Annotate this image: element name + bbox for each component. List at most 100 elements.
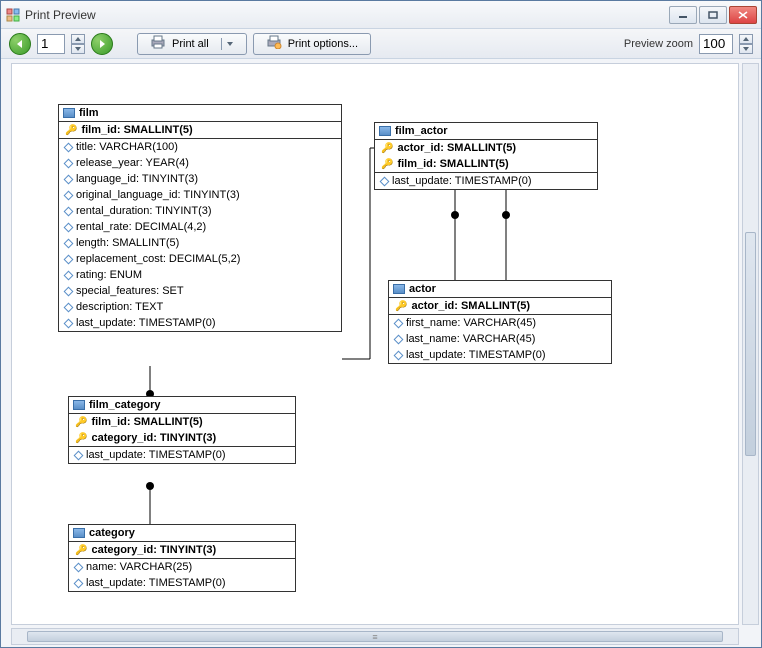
horizontal-scrollbar[interactable]: ≡ [11,628,739,645]
entity-film-actor[interactable]: film_actor 🔑actor_id: SMALLINT(5) 🔑film_… [374,122,598,190]
column-row: language_id: TINYINT(3) [59,171,341,187]
columns-section: last_update: TIMESTAMP(0) [375,173,597,189]
vertical-scrollbar[interactable] [742,63,759,625]
chevron-down-icon [221,38,234,50]
entity-film[interactable]: film 🔑film_id: SMALLINT(5) title: VARCHA… [58,104,342,332]
entity-name: category [89,527,135,539]
diamond-icon [64,158,74,168]
diamond-icon [64,302,74,312]
column-row: original_language_id: TINYINT(3) [59,187,341,203]
toolbar: Print all Print options... Preview zoom [1,29,761,59]
entity-name: film_category [89,399,161,411]
column-row: 🔑film_id: SMALLINT(5) [69,414,295,430]
zoom-input[interactable] [699,34,733,54]
column-row: last_update: TIMESTAMP(0) [69,447,295,463]
diagram-canvas[interactable]: film 🔑film_id: SMALLINT(5) title: VARCHA… [11,63,739,625]
entity-header: film_actor [375,123,597,140]
key-icon: 🔑 [75,417,87,428]
entity-header: actor [389,281,611,298]
diamond-icon [394,334,404,344]
print-all-label: Print all [172,38,209,50]
column-row: length: SMALLINT(5) [59,235,341,251]
diamond-icon [64,270,74,280]
zoom-down-button[interactable] [739,44,753,54]
page-spinner [71,34,85,54]
print-preview-window: Print Preview Print all Print options...… [0,0,762,648]
key-icon: 🔑 [381,143,393,154]
printer-options-icon [266,35,282,52]
zoom-label: Preview zoom [624,38,693,50]
column-row: rental_duration: TINYINT(3) [59,203,341,219]
pk-section: 🔑actor_id: SMALLINT(5) [389,298,611,315]
column-row: rental_rate: DECIMAL(4,2) [59,219,341,235]
column-row: last_name: VARCHAR(45) [389,331,611,347]
entity-name: film [79,107,99,119]
entity-header: category [69,525,295,542]
diamond-icon [64,318,74,328]
column-row: 🔑category_id: TINYINT(3) [69,542,295,558]
column-row: replacement_cost: DECIMAL(5,2) [59,251,341,267]
column-row: 🔑film_id: SMALLINT(5) [59,122,341,138]
entity-header: film_category [69,397,295,414]
scrollbar-thumb[interactable]: ≡ [27,631,724,642]
diamond-icon [64,238,74,248]
entity-header: film [59,105,341,122]
diamond-icon [74,450,84,460]
column-row: rating: ENUM [59,267,341,283]
diamond-icon [380,176,390,186]
diamond-icon [64,142,74,152]
column-row: last_update: TIMESTAMP(0) [59,315,341,331]
diamond-icon [64,222,74,232]
window-buttons [669,6,757,24]
entity-category[interactable]: category 🔑category_id: TINYINT(3) name: … [68,524,296,592]
next-page-button[interactable] [91,33,113,55]
column-row: last_update: TIMESTAMP(0) [389,347,611,363]
entity-film-category[interactable]: film_category 🔑film_id: SMALLINT(5) 🔑cat… [68,396,296,464]
column-row: 🔑actor_id: SMALLINT(5) [375,140,597,156]
columns-section: last_update: TIMESTAMP(0) [69,447,295,463]
page-number-input[interactable] [37,34,65,54]
diamond-icon [74,562,84,572]
zoom-spinner [739,34,753,54]
column-row: last_update: TIMESTAMP(0) [69,575,295,591]
diamond-icon [64,206,74,216]
print-all-button[interactable]: Print all [137,33,247,55]
page-up-button[interactable] [71,34,85,44]
column-row: first_name: VARCHAR(45) [389,315,611,331]
column-row: last_update: TIMESTAMP(0) [375,173,597,189]
minimize-button[interactable] [669,6,697,24]
diamond-icon [64,190,74,200]
printer-icon [150,35,166,52]
window-title: Print Preview [25,8,669,22]
key-icon: 🔑 [75,545,87,556]
preview-area: film 🔑film_id: SMALLINT(5) title: VARCHA… [1,59,761,647]
column-row: title: VARCHAR(100) [59,139,341,155]
diamond-icon [64,254,74,264]
columns-section: title: VARCHAR(100) release_year: YEAR(4… [59,139,341,331]
column-row: 🔑category_id: TINYINT(3) [69,430,295,446]
diamond-icon [64,286,74,296]
maximize-button[interactable] [699,6,727,24]
column-row: 🔑actor_id: SMALLINT(5) [389,298,611,314]
app-icon [5,7,21,23]
column-row: 🔑film_id: SMALLINT(5) [375,156,597,172]
table-icon [379,126,391,136]
prev-page-button[interactable] [9,33,31,55]
page-down-button[interactable] [71,44,85,54]
scrollbar-thumb[interactable] [745,232,756,456]
print-options-label: Print options... [288,38,358,50]
close-button[interactable] [729,6,757,24]
print-options-button[interactable]: Print options... [253,33,371,55]
pk-section: 🔑actor_id: SMALLINT(5) 🔑film_id: SMALLIN… [375,140,597,173]
column-row: description: TEXT [59,299,341,315]
entity-actor[interactable]: actor 🔑actor_id: SMALLINT(5) first_name:… [388,280,612,364]
column-row: special_features: SET [59,283,341,299]
titlebar: Print Preview [1,1,761,29]
table-icon [393,284,405,294]
key-icon: 🔑 [65,125,77,136]
zoom-up-button[interactable] [739,34,753,44]
diamond-icon [394,350,404,360]
pk-section: 🔑film_id: SMALLINT(5) [59,122,341,139]
key-icon: 🔑 [75,433,87,444]
table-icon [63,108,75,118]
